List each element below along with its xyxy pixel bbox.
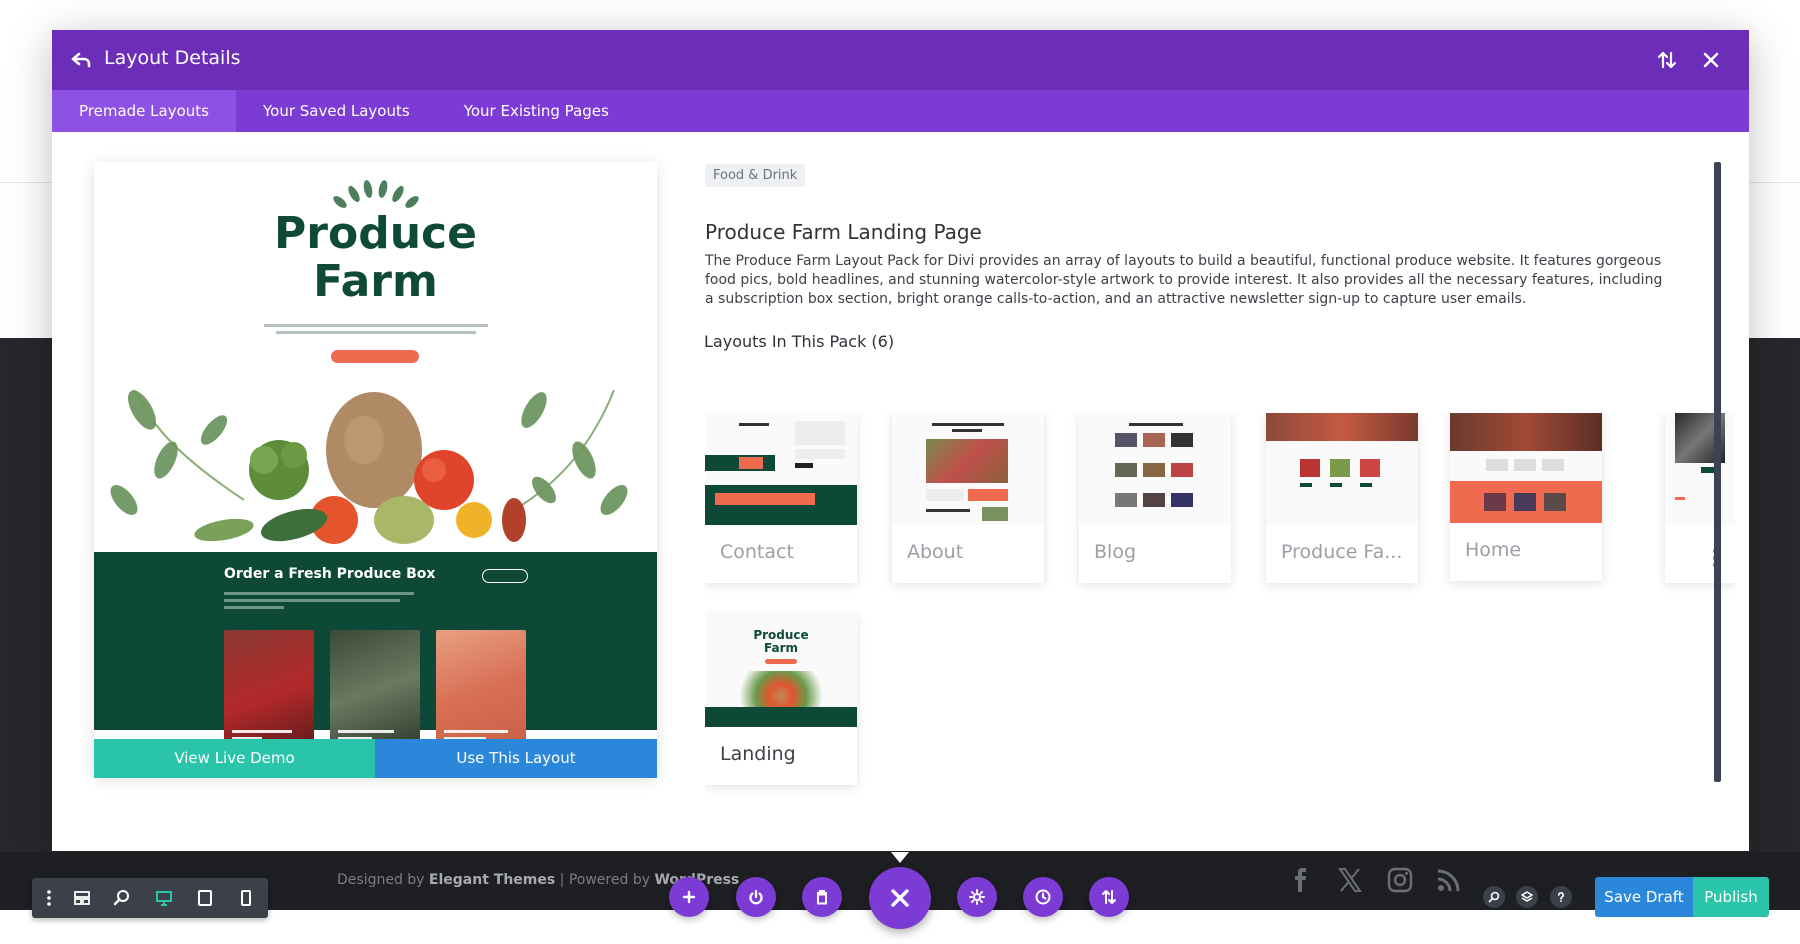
- layout-thumb-partial[interactable]: [1665, 413, 1735, 583]
- thumb-preview-partial: [1665, 413, 1735, 525]
- sort-arrows-icon: [1102, 890, 1116, 904]
- thumb-preview-landing: Produce Farm: [705, 615, 857, 727]
- zoom-icon[interactable]: [112, 888, 132, 908]
- preview-title-line-1: Produce: [274, 208, 477, 259]
- thumb-label-produce-farm: Produce Fa...: [1281, 541, 1403, 563]
- wireframe-view-icon[interactable]: [72, 888, 92, 908]
- layout-details-modal: Layout Details Premade Layouts Your Save…: [52, 30, 1749, 851]
- layout-thumb-blog[interactable]: Blog: [1079, 413, 1231, 583]
- close-builder-button[interactable]: [869, 867, 931, 929]
- thumb-preview-home: [1450, 413, 1602, 523]
- add-module-button[interactable]: [669, 877, 709, 917]
- preview-photo-market-schedule: [330, 630, 420, 750]
- preview-photo-weekly-boxes: [224, 630, 314, 750]
- clock-icon: [1035, 889, 1051, 905]
- footer-separator: |: [559, 872, 565, 888]
- thumb-label-home: Home: [1465, 539, 1522, 561]
- sort-layout-button[interactable]: [1089, 877, 1129, 917]
- thumb-preview-contact: [705, 413, 857, 525]
- thumb-label-landing: Landing: [720, 743, 796, 765]
- help-button[interactable]: [1550, 886, 1572, 908]
- leaf-logo-icon: [333, 180, 419, 208]
- gear-icon: [969, 889, 985, 905]
- modal-header: Layout Details: [52, 30, 1749, 90]
- question-icon: [1558, 892, 1564, 903]
- tab-saved-layouts[interactable]: Your Saved Layouts: [236, 90, 437, 132]
- rss-icon[interactable]: [1435, 866, 1463, 894]
- modal-scrollbar[interactable]: [1714, 162, 1721, 782]
- preview-title: Produce Farm: [94, 210, 657, 306]
- layout-thumb-landing[interactable]: Produce Farm Landing: [705, 615, 857, 785]
- instagram-icon[interactable]: [1386, 866, 1414, 894]
- preview-title-line-2: Farm: [313, 256, 438, 307]
- search-button[interactable]: [1483, 886, 1505, 908]
- thumb-label-about: About: [907, 541, 964, 563]
- phone-view-icon[interactable]: [236, 888, 256, 908]
- power-icon: [749, 889, 763, 905]
- x-icon[interactable]: [1336, 866, 1364, 894]
- back-arrow-icon[interactable]: [68, 46, 96, 74]
- portability-button[interactable]: [736, 877, 776, 917]
- layers-icon: [1521, 891, 1533, 902]
- thumb-preview-produce-farm: [1266, 413, 1418, 525]
- trash-icon: [817, 890, 827, 905]
- publish-button[interactable]: Publish: [1693, 877, 1769, 917]
- thumb-preview-blog: [1079, 413, 1231, 525]
- use-this-layout-button[interactable]: Use This Layout: [375, 739, 657, 778]
- plus-icon: [682, 890, 696, 904]
- vegetables-illustration: [110, 389, 628, 544]
- save-draft-button[interactable]: Save Draft: [1595, 877, 1693, 917]
- footer-designed-by: Designed by: [337, 872, 425, 888]
- tab-premade-layouts[interactable]: Premade Layouts: [52, 90, 236, 132]
- view-mode-toolbar: [32, 878, 268, 918]
- close-icon[interactable]: [1697, 46, 1725, 74]
- desktop-view-icon[interactable]: [154, 888, 174, 908]
- preview-photo-restaurant: [436, 630, 526, 750]
- preview-order-section: Order a Fresh Produce Box: [94, 552, 657, 750]
- view-live-demo-button[interactable]: View Live Demo: [94, 739, 375, 778]
- sort-arrows-icon[interactable]: [1653, 46, 1681, 74]
- thumb-label-contact: Contact: [720, 541, 794, 563]
- preview-order-now-pill: [482, 569, 528, 583]
- preview-section-title: Order a Fresh Produce Box: [224, 566, 436, 582]
- modal-pointer: [891, 852, 909, 863]
- layout-tabs: Premade Layouts Your Saved Layouts Your …: [52, 90, 1749, 132]
- layout-thumb-home[interactable]: Home: [1450, 413, 1602, 581]
- tab-existing-pages[interactable]: Your Existing Pages: [437, 90, 636, 132]
- layers-button[interactable]: [1516, 886, 1538, 908]
- pack-heading: Layouts In This Pack (6): [704, 332, 895, 351]
- layout-preview-card: Produce Farm Order a Fresh Produce Box V…: [94, 162, 657, 778]
- layout-thumb-produce-farm[interactable]: Produce Fa...: [1266, 413, 1418, 583]
- footer-brand-link[interactable]: Elegant Themes: [429, 872, 555, 888]
- layout-thumb-contact[interactable]: Contact: [705, 413, 857, 583]
- layout-thumb-about[interactable]: About: [892, 413, 1044, 583]
- page-settings-button[interactable]: [957, 877, 997, 917]
- preview-section-text: [224, 592, 414, 613]
- category-badge[interactable]: Food & Drink: [705, 164, 806, 187]
- layout-name: Produce Farm Landing Page: [705, 220, 982, 244]
- preview-order-button: [331, 350, 419, 363]
- menu-dots-icon[interactable]: [39, 888, 59, 908]
- search-icon: [1488, 891, 1500, 903]
- preview-body-text: [264, 324, 488, 338]
- tablet-view-icon[interactable]: [195, 888, 215, 908]
- layout-description: The Produce Farm Layout Pack for Divi pr…: [705, 253, 1663, 307]
- thumb-label-blog: Blog: [1094, 541, 1136, 563]
- facebook-icon[interactable]: [1287, 866, 1315, 894]
- close-x-icon: [891, 889, 909, 907]
- layout-thumbnails: Contact About Blog Produce Fa... Home Pr…: [705, 413, 1735, 813]
- footer-powered-by: Powered by: [568, 872, 650, 888]
- modal-title: Layout Details: [104, 47, 241, 69]
- clear-layout-button[interactable]: [802, 877, 842, 917]
- history-button[interactable]: [1023, 877, 1063, 917]
- thumb-preview-about: [892, 413, 1044, 525]
